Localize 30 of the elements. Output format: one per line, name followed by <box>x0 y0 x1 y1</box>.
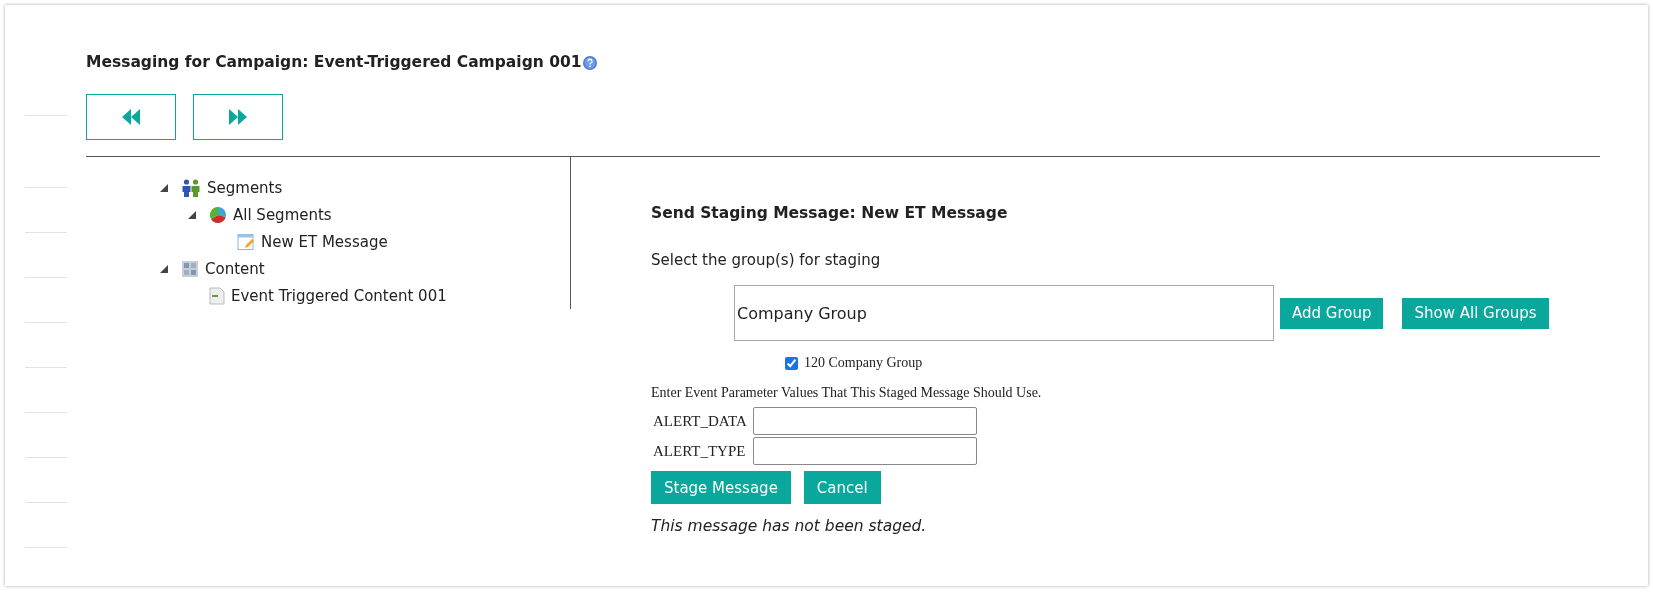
help-icon[interactable] <box>582 56 597 70</box>
expanded-arrow-icon[interactable] <box>160 264 168 273</box>
rewind-icon <box>122 109 140 125</box>
pie-chart-icon <box>209 205 227 224</box>
page-title: Messaging for Campaign: Event-Triggered Campaign 001 <box>86 53 582 71</box>
panel-heading: Send Staging Message: New ET Message <box>651 204 1009 222</box>
tree-item[interactable]: Content <box>205 259 265 278</box>
document-icon <box>209 286 225 305</box>
tree-item[interactable]: All Segments <box>233 205 332 224</box>
tree-item[interactable]: Segments <box>207 178 283 197</box>
status-message: This message has not been staged. <box>651 517 928 535</box>
previous-button[interactable] <box>86 94 176 140</box>
note-edit-icon <box>237 232 255 251</box>
group-prompt: Select the group(s) for staging <box>651 251 882 269</box>
group-input-field[interactable]: Company Group <box>734 285 1274 341</box>
fast-forward-icon <box>229 109 247 125</box>
tree-item[interactable]: Event Triggered Content 001 <box>231 286 447 305</box>
next-button[interactable] <box>193 94 283 140</box>
group-label: 120 Company Group <box>804 355 923 371</box>
parameter-label: ALERT_TYPE <box>652 442 747 460</box>
group-checkbox[interactable] <box>785 356 798 370</box>
people-icon <box>181 178 201 197</box>
parameter-input-field[interactable] <box>753 437 977 465</box>
expanded-arrow-icon[interactable] <box>160 183 168 192</box>
parameter-label: ALERT_DATA <box>652 412 748 430</box>
parameter-prompt: Enter Event Parameter Values That This Staged Message Should Use. <box>651 385 1043 401</box>
tree-item[interactable]: New ET Message <box>261 232 388 251</box>
grid-icon <box>181 259 199 278</box>
parameter-input-field[interactable] <box>753 407 977 435</box>
expanded-arrow-icon[interactable] <box>188 210 196 219</box>
